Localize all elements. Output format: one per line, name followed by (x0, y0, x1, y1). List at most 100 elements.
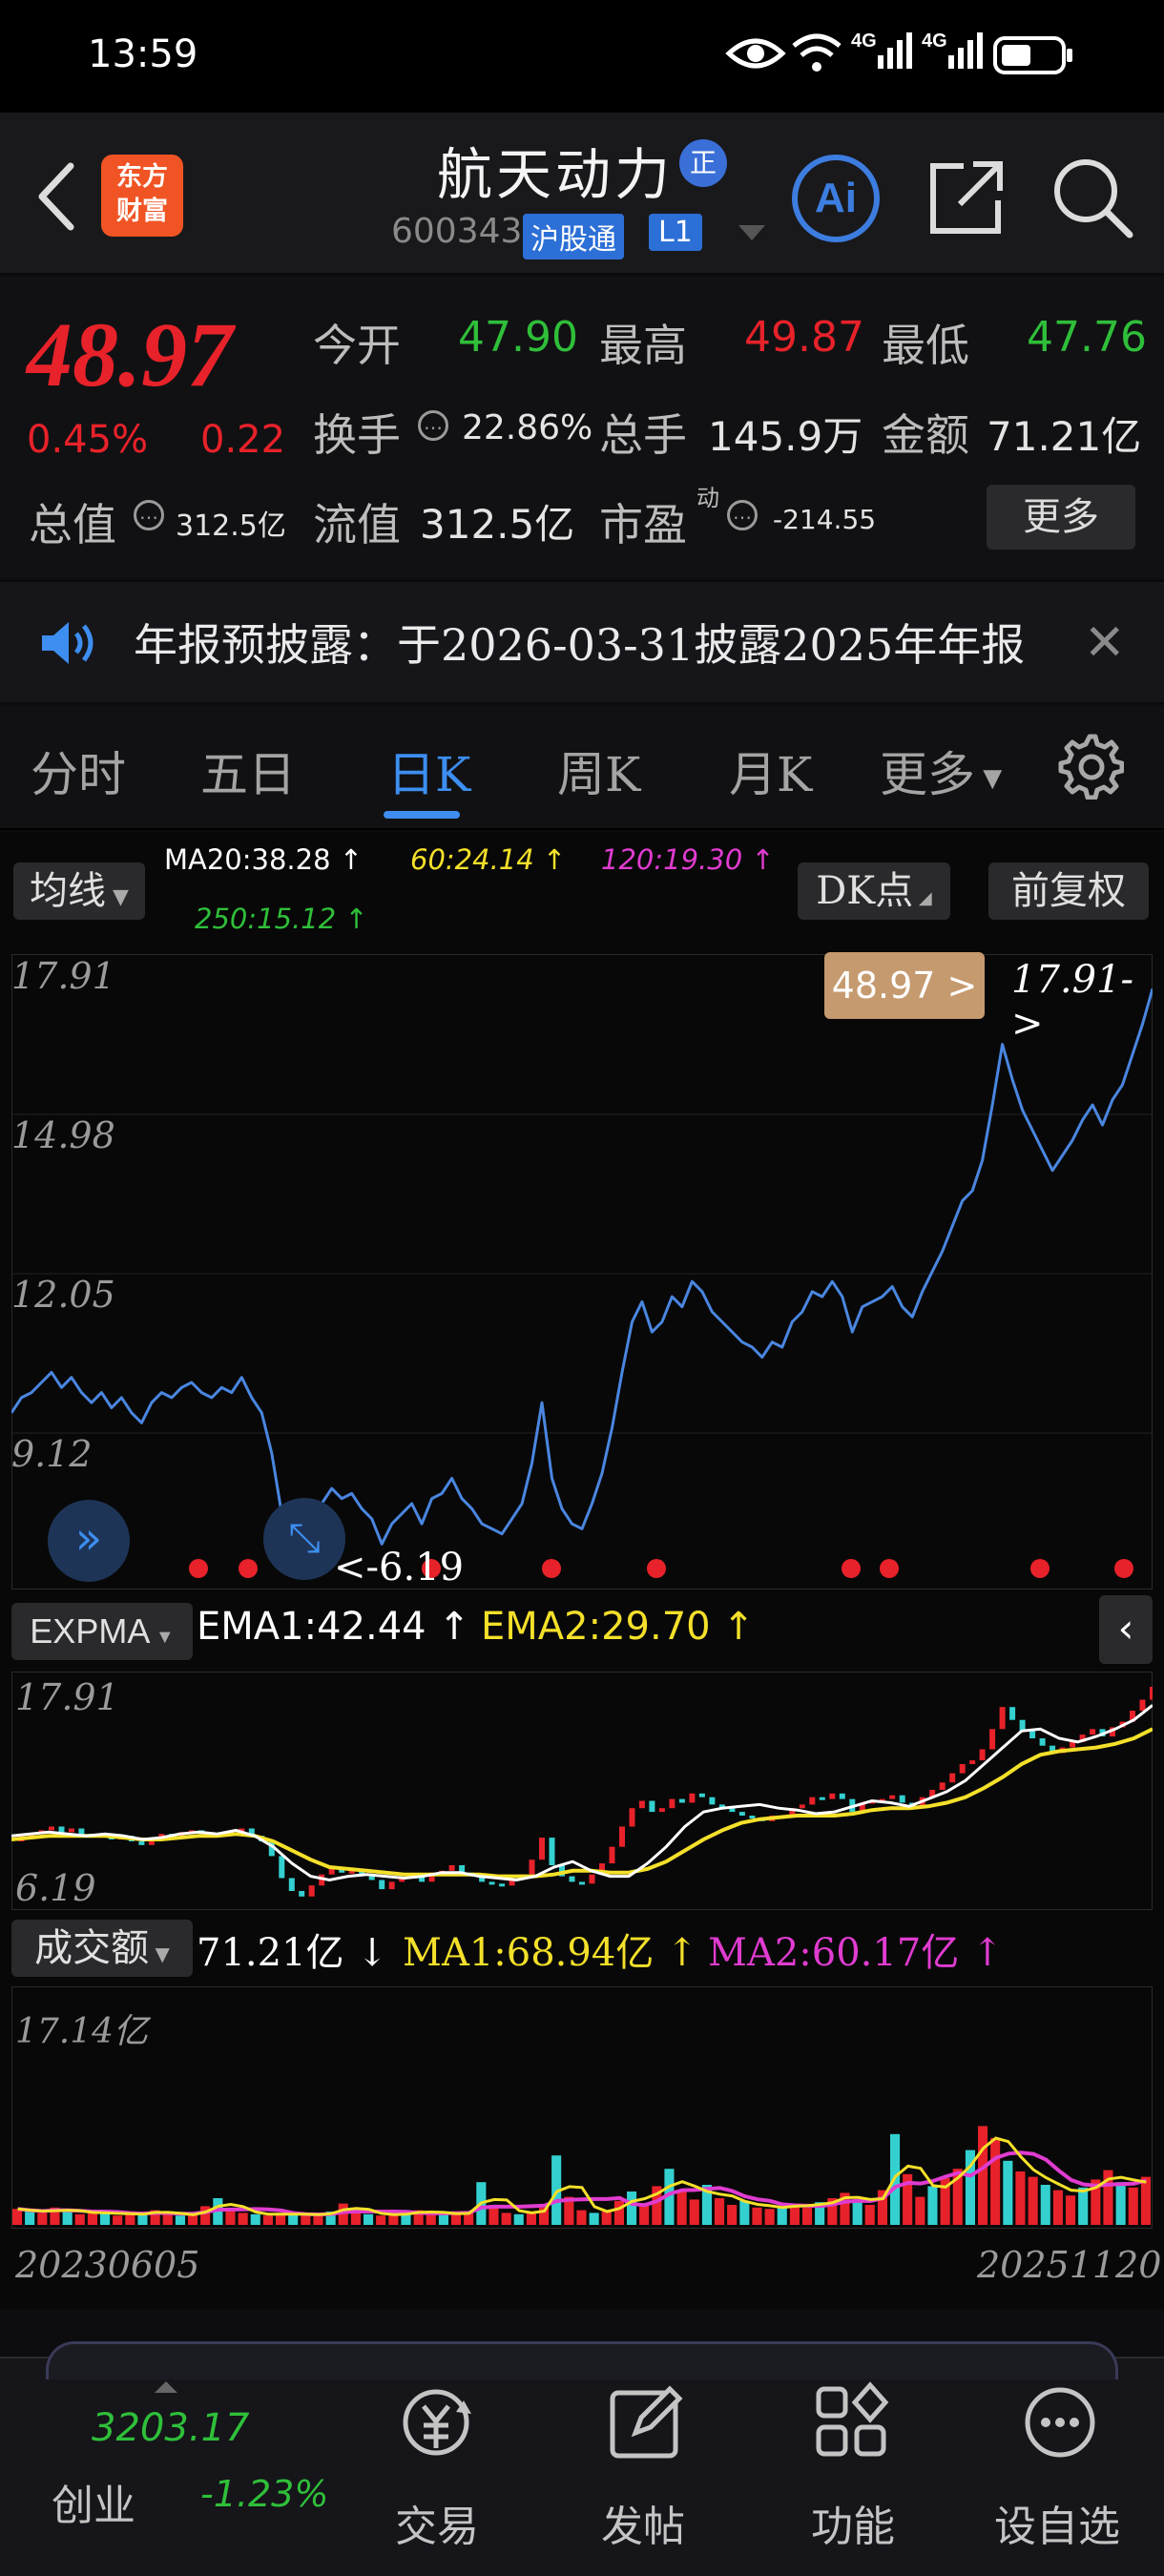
ema-candle (488, 1881, 495, 1885)
ma-selector-button[interactable]: 均线 ▼ (13, 862, 145, 920)
ai-button[interactable]: Ai (792, 155, 880, 242)
volume-bar (589, 2212, 599, 2225)
low-value: 47.76 (1027, 313, 1147, 362)
expand-icon[interactable]: ⤡ (263, 1498, 345, 1580)
back-button[interactable] (29, 158, 86, 235)
expma-selector-button[interactable]: EXPMA ▼ (11, 1603, 193, 1660)
volume-bar (601, 2212, 612, 2225)
adjust-mode-button[interactable]: 前复权 (988, 862, 1149, 920)
volume-bar (727, 2205, 738, 2225)
eastmoney-logo: 东方 财富 (101, 155, 183, 237)
ema-candle (1039, 1738, 1046, 1746)
ema-candle (529, 1859, 535, 1875)
nav-post-label[interactable]: 发帖 (601, 2492, 685, 2553)
status-time: 13:59 (88, 32, 198, 76)
ema-candle (959, 1764, 966, 1774)
pe-dynamic-mark: 动 (696, 485, 719, 511)
price-series-line (11, 987, 1153, 1566)
ema-y-tick-label: 17.91 (15, 1676, 119, 1718)
volume-bar (915, 2196, 925, 2225)
stock-switch-caret-icon[interactable] (738, 225, 765, 240)
volume-bar (501, 2212, 511, 2225)
volume-selector-button[interactable]: 成交额 ▼ (11, 1920, 193, 1977)
ema1-line (11, 1704, 1153, 1882)
volume-bar (364, 2213, 374, 2225)
high-label: 最高 (599, 320, 687, 371)
speaker-icon (42, 622, 94, 664)
tab-monthly-k[interactable]: 月K (729, 737, 812, 805)
search-icon[interactable] (1048, 153, 1135, 240)
change-percent: 0.45% (27, 418, 149, 462)
ema-candle (689, 1793, 696, 1803)
tab-more[interactable]: 更多 ▼ (880, 737, 1002, 805)
caret-up-icon[interactable] (155, 2381, 177, 2393)
dk-point-marker (1114, 1559, 1133, 1578)
tab-daily-k[interactable]: 日K (387, 737, 470, 805)
more-quote-button[interactable]: 更多 (987, 485, 1135, 550)
volume-bar (162, 2213, 173, 2225)
prompt-bar[interactable] (46, 2341, 1118, 2379)
scroll-forward-icon[interactable]: » (48, 1500, 130, 1582)
volume-ma1-line (17, 2136, 1147, 2216)
close-icon[interactable]: ✕ (1084, 614, 1126, 672)
ema-candle (999, 1707, 1006, 1730)
volume-chart[interactable] (11, 1986, 1153, 2229)
add-watchlist-icon[interactable] (1017, 2379, 1103, 2465)
ema-candle (969, 1760, 976, 1764)
dk-point-marker (842, 1559, 861, 1578)
ema-candle (388, 1881, 395, 1890)
volume-bar (1003, 2160, 1013, 2225)
volume-bar (438, 2213, 448, 2225)
eye-icon (725, 38, 786, 69)
ema-candle (619, 1826, 625, 1847)
expma-chart[interactable]: 17.91 6.19 (11, 1672, 1153, 1910)
ema-candle (949, 1773, 956, 1783)
ema-candle (658, 1808, 665, 1813)
ema-candle (448, 1865, 455, 1871)
volume-bar (12, 2209, 23, 2225)
ema-y-tick-label: 6.19 (15, 1867, 96, 1909)
gear-icon[interactable] (1055, 731, 1124, 800)
tab-five-day[interactable]: 五日 (200, 737, 296, 805)
info-icon[interactable]: … (418, 410, 448, 441)
dk-point-button[interactable]: DK点 ◢ (798, 862, 950, 920)
nav-add-watchlist-label[interactable]: 设自选 (994, 2492, 1120, 2553)
volume-bar (113, 2215, 123, 2225)
ema-candle (68, 1828, 74, 1833)
ma60-label: 60:24.14 ↑ (410, 843, 567, 876)
change-amount: 0.22 (200, 418, 286, 462)
date-start-label: 20230605 (15, 2244, 200, 2286)
current-price-bubble[interactable]: 48.97 > (824, 952, 985, 1019)
info-icon[interactable]: … (727, 500, 758, 530)
ema-candle (589, 1874, 595, 1884)
index-name[interactable]: 创业 (52, 2471, 135, 2532)
ema-candle (749, 1816, 756, 1818)
amount-value: 71.21亿 (987, 413, 1142, 460)
volume-bar (576, 2210, 587, 2225)
share-icon[interactable] (925, 156, 1008, 239)
collapse-panel-icon[interactable]: ‹ (1099, 1595, 1153, 1664)
function-icon[interactable] (809, 2379, 895, 2465)
volume-bar (764, 2209, 775, 2225)
tab-weekly-k[interactable]: 周K (557, 737, 640, 805)
ema-candle (899, 1795, 905, 1803)
wifi-icon (792, 33, 842, 72)
volume-value: 145.9万 (708, 413, 863, 460)
index-value[interactable]: 3203.17 (92, 2406, 249, 2450)
ema-candle (989, 1729, 996, 1750)
volume-bar (1015, 2171, 1026, 2225)
post-icon[interactable] (603, 2379, 689, 2465)
info-icon[interactable]: … (134, 500, 164, 530)
open-label: 今开 (313, 320, 401, 371)
tab-intraday[interactable]: 分时 (31, 737, 126, 805)
nav-trade-label[interactable]: 交易 (395, 2492, 479, 2553)
ema-candle (569, 1876, 575, 1882)
ema-candle (799, 1804, 805, 1809)
volume-bar (927, 2186, 938, 2225)
nav-function-label[interactable]: 功能 (811, 2492, 895, 2553)
volume-bar (376, 2215, 386, 2225)
volume-bar (627, 2192, 637, 2225)
price-line-chart[interactable]: 17.9114.9812.059.126.19 (11, 954, 1153, 1589)
volume-bar (1078, 2187, 1089, 2225)
trade-icon[interactable] (393, 2379, 479, 2465)
